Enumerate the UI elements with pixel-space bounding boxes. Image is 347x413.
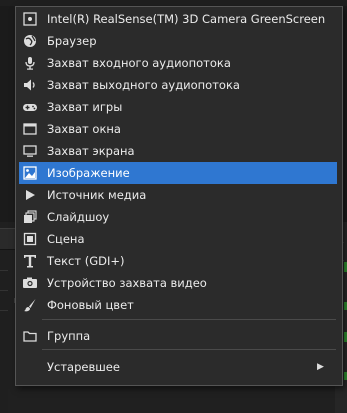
menu-item-scene[interactable]: Сцена (19, 228, 337, 250)
menu-item-group[interactable]: Группа (19, 325, 337, 347)
submenu-arrow-icon: ▶ (317, 362, 324, 372)
realsense-icon (22, 11, 38, 27)
microphone-icon (22, 55, 38, 71)
slideshow-icon (22, 209, 38, 225)
image-icon (22, 165, 38, 181)
camera-icon (22, 275, 38, 291)
menu-item-game-capture[interactable]: Захват игры (19, 96, 337, 118)
menu-item-video-capture-device[interactable]: Устройство захвата видео (19, 272, 337, 294)
menu-item-realsense[interactable]: Intel(R) RealSense(TM) 3D Camera GreenSc… (19, 8, 337, 30)
menu-separator (42, 349, 336, 350)
window-icon (22, 121, 38, 137)
speaker-icon (22, 77, 38, 93)
scene-icon (22, 231, 38, 247)
menu-item-window-capture[interactable]: Захват окна (19, 118, 337, 140)
menu-item-color-source[interactable]: Фоновый цвет (19, 294, 337, 316)
panel-left-edge (0, 250, 8, 413)
menu-item-browser[interactable]: Браузер (19, 30, 337, 52)
play-icon (22, 187, 38, 203)
menu-item-text-gdi[interactable]: Текст (GDI+) (19, 250, 337, 272)
menu-item-media-source[interactable]: Источник медиа (19, 184, 337, 206)
menu-item-deprecated[interactable]: Устаревшее ▶ (19, 356, 337, 378)
menu-item-slideshow[interactable]: Слайдшоу (19, 206, 337, 228)
add-source-menu: Intel(R) RealSense(TM) 3D Camera GreenSc… (15, 6, 343, 386)
menu-separator (42, 319, 336, 320)
menu-item-audio-input[interactable]: Захват входного аудиопотока (19, 52, 337, 74)
menu-item-image[interactable]: Изображение (19, 162, 337, 184)
empty-icon (22, 359, 38, 375)
brush-icon (22, 297, 38, 313)
menu-item-audio-output[interactable]: Захват выходного аудиопотока (19, 74, 337, 96)
folder-icon (22, 328, 38, 344)
globe-icon (22, 33, 38, 49)
text-icon (22, 253, 38, 269)
gamepad-icon (22, 99, 38, 115)
menu-item-display-capture[interactable]: Захват экрана (19, 140, 337, 162)
monitor-icon (22, 143, 38, 159)
